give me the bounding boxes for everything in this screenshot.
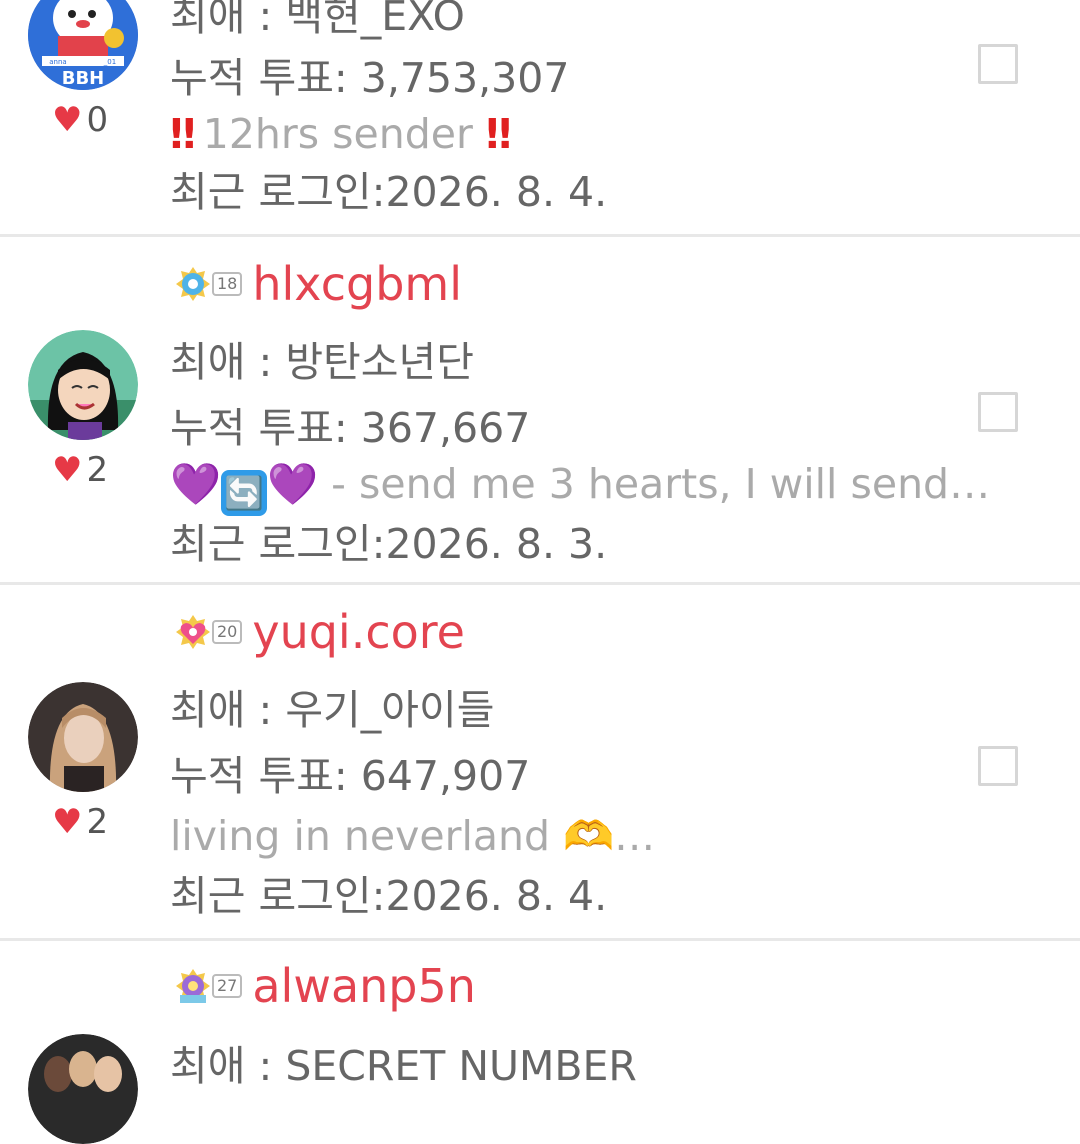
purple-heart-icon: 💜 bbox=[170, 460, 222, 508]
level-emblem-icon bbox=[176, 969, 210, 1003]
divider bbox=[0, 582, 1080, 585]
repeat-icon: 🔄 bbox=[221, 470, 268, 516]
avatar-image bbox=[28, 1034, 138, 1144]
status-message: living in neverland 🫶… bbox=[170, 810, 655, 862]
list-item[interactable]: BBH anna _01 ♥ 0 최애 : 백현_EXO 누적 투표: 3,75… bbox=[0, 0, 1080, 236]
select-checkbox[interactable] bbox=[978, 746, 1018, 786]
double-exclamation-icon: ‼ bbox=[485, 110, 512, 158]
username[interactable]: hlxcgbml bbox=[252, 257, 462, 311]
double-exclamation-icon: ‼ bbox=[170, 110, 196, 158]
heart-icon: ♥ bbox=[52, 802, 83, 842]
list-item[interactable]: 27 alwanp5n 최애 : SECRET NUMBER bbox=[0, 940, 1080, 1144]
avatar-text: BBH bbox=[62, 68, 105, 89]
last-login: 최근 로그인:2026. 8. 3. bbox=[170, 520, 608, 568]
avatar[interactable] bbox=[28, 330, 138, 440]
level-number: 18 bbox=[212, 272, 243, 296]
heart-hands-icon: 🫶 bbox=[563, 812, 615, 860]
favorite-idol: 최애 : 백현_EXO bbox=[170, 0, 465, 40]
list-item[interactable]: 18 hlxcgbml ♥ 2 최애 : 방탄소년단 누적 투표: 367,66… bbox=[0, 236, 1080, 584]
status-message: 💜🔄💜 - send me 3 hearts, I will send… bbox=[170, 458, 990, 516]
avatar-caption: anna bbox=[49, 58, 66, 66]
last-login: 최근 로그인:2026. 8. 4. bbox=[170, 872, 608, 920]
total-votes: 누적 투표: 647,907 bbox=[170, 752, 531, 800]
username[interactable]: alwanp5n bbox=[252, 959, 476, 1013]
like-count[interactable]: ♥ 0 bbox=[52, 100, 108, 140]
total-votes: 누적 투표: 3,753,307 bbox=[170, 54, 570, 102]
list-item[interactable]: 20 yuqi.core ♥ 2 최애 : 우기_아이들 누적 투표: 647,… bbox=[0, 586, 1080, 938]
heart-icon: ♥ bbox=[52, 450, 83, 490]
name-row: 20 yuqi.core bbox=[172, 604, 465, 660]
level-badge: 20 bbox=[172, 611, 243, 653]
like-count[interactable]: ♥ 2 bbox=[52, 450, 108, 490]
avatar-image bbox=[28, 682, 138, 792]
like-count[interactable]: ♥ 2 bbox=[52, 802, 108, 842]
avatar-image: BBH anna _01 bbox=[28, 0, 138, 90]
level-badge: 27 bbox=[172, 965, 243, 1007]
select-checkbox[interactable] bbox=[978, 44, 1018, 84]
status-ellipsis: … bbox=[614, 812, 656, 860]
status-message: ‼ 12hrs sender ‼ bbox=[170, 108, 512, 160]
name-row: 18 hlxcgbml bbox=[172, 256, 462, 312]
like-count-value: 2 bbox=[86, 450, 109, 490]
status-text: living in neverland bbox=[170, 812, 564, 860]
total-votes: 누적 투표: 367,667 bbox=[170, 404, 531, 452]
last-login: 최근 로그인:2026. 8. 4. bbox=[170, 168, 608, 216]
avatar[interactable]: BBH anna _01 bbox=[28, 0, 138, 90]
user-list: BBH anna _01 ♥ 0 최애 : 백현_EXO 누적 투표: 3,75… bbox=[0, 0, 1080, 1144]
favorite-idol: 최애 : 우기_아이들 bbox=[170, 686, 495, 734]
name-row: 27 alwanp5n bbox=[172, 958, 476, 1014]
avatar-caption: _01 bbox=[103, 58, 116, 66]
avatar[interactable] bbox=[28, 682, 138, 792]
username[interactable]: yuqi.core bbox=[252, 605, 465, 659]
select-checkbox[interactable] bbox=[978, 392, 1018, 432]
level-number: 27 bbox=[212, 974, 243, 998]
avatar-image bbox=[28, 330, 138, 440]
like-count-value: 2 bbox=[86, 802, 109, 842]
favorite-idol: 최애 : 방탄소년단 bbox=[170, 338, 474, 386]
level-emblem-icon bbox=[176, 267, 210, 301]
heart-icon: ♥ bbox=[52, 100, 83, 140]
level-emblem-icon bbox=[176, 615, 210, 649]
purple-heart-icon: 💜 bbox=[267, 460, 319, 508]
status-text: - send me 3 hearts, I will send… bbox=[318, 460, 991, 508]
like-count-value: 0 bbox=[86, 100, 109, 140]
status-text: 12hrs sender bbox=[202, 110, 473, 158]
level-number: 20 bbox=[212, 620, 243, 644]
avatar[interactable] bbox=[28, 1034, 138, 1144]
level-badge: 18 bbox=[172, 263, 243, 305]
favorite-idol: 최애 : SECRET NUMBER bbox=[170, 1042, 637, 1090]
